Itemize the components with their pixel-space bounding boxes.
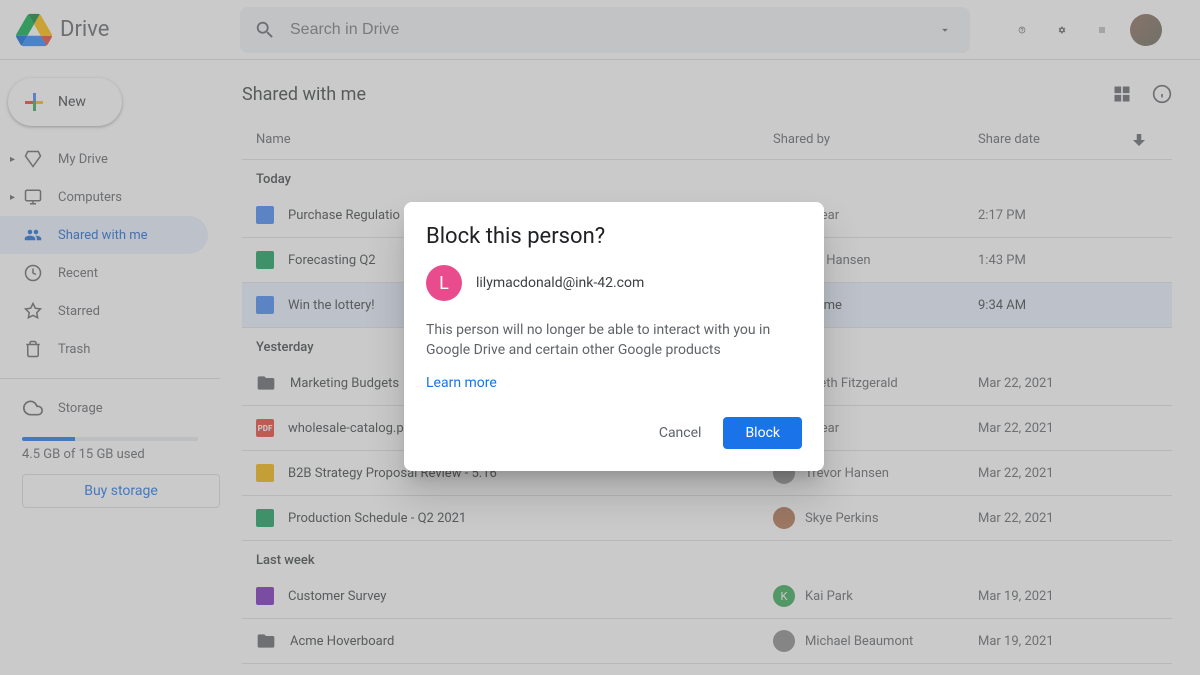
dialog-title: Block this person?	[426, 224, 802, 249]
dialog-avatar: L	[426, 265, 462, 301]
learn-more-link[interactable]: Learn more	[426, 375, 497, 391]
cancel-button[interactable]: Cancel	[645, 417, 716, 449]
block-button[interactable]: Block	[723, 417, 802, 449]
dialog-user-row: L lilymacdonald@ink-42.com	[426, 265, 802, 301]
dialog-email: lilymacdonald@ink-42.com	[476, 275, 644, 291]
dialog-description: This person will no longer be able to in…	[426, 321, 802, 360]
block-person-dialog: Block this person? L lilymacdonald@ink-4…	[404, 202, 824, 471]
